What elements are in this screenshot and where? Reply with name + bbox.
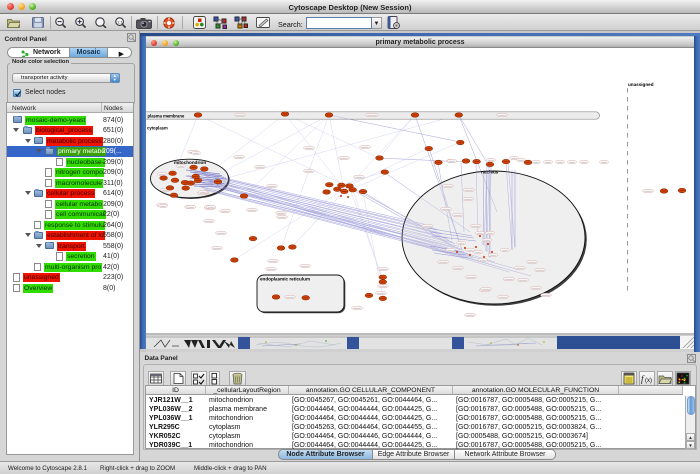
svg-text:(x): (x): [645, 378, 652, 384]
svg-text:1:1: 1:1: [117, 19, 123, 24]
svg-text:cytoplasm: cytoplasm: [147, 125, 168, 130]
svg-text:unassigned: unassigned: [628, 82, 654, 87]
svg-text:endoplasmic reticulum: endoplasmic reticulum: [260, 277, 310, 282]
svg-text:plasma membrane: plasma membrane: [148, 113, 185, 118]
